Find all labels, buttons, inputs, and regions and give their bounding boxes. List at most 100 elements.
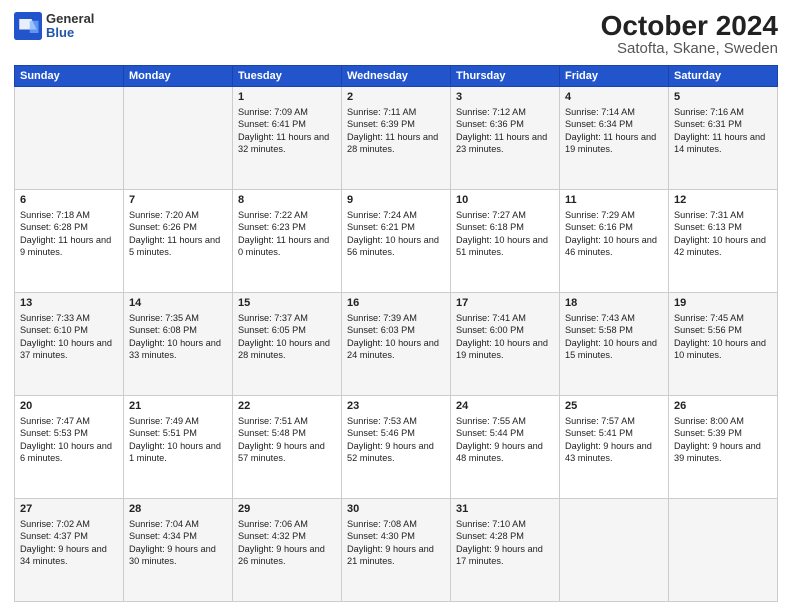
day-number: 15 bbox=[238, 296, 336, 311]
day-info: Daylight: 10 hours and 24 minutes. bbox=[347, 337, 445, 362]
day-info: Sunset: 6:36 PM bbox=[456, 118, 554, 130]
day-number: 20 bbox=[20, 399, 118, 414]
day-info: Daylight: 9 hours and 57 minutes. bbox=[238, 440, 336, 465]
calendar-cell: 3Sunrise: 7:12 AMSunset: 6:36 PMDaylight… bbox=[451, 87, 560, 190]
calendar-cell: 23Sunrise: 7:53 AMSunset: 5:46 PMDayligh… bbox=[342, 396, 451, 499]
calendar-table: SundayMondayTuesdayWednesdayThursdayFrid… bbox=[14, 65, 778, 602]
day-number: 3 bbox=[456, 90, 554, 105]
calendar-cell: 17Sunrise: 7:41 AMSunset: 6:00 PMDayligh… bbox=[451, 293, 560, 396]
col-header-saturday: Saturday bbox=[669, 66, 778, 87]
calendar-row-2: 13Sunrise: 7:33 AMSunset: 6:10 PMDayligh… bbox=[15, 293, 778, 396]
day-info: Daylight: 11 hours and 5 minutes. bbox=[129, 234, 227, 259]
day-info: Sunset: 6:21 PM bbox=[347, 221, 445, 233]
day-info: Daylight: 10 hours and 10 minutes. bbox=[674, 337, 772, 362]
day-info: Daylight: 9 hours and 17 minutes. bbox=[456, 543, 554, 568]
day-info: Sunrise: 7:20 AM bbox=[129, 209, 227, 221]
day-info: Sunrise: 7:55 AM bbox=[456, 415, 554, 427]
day-info: Sunset: 5:46 PM bbox=[347, 427, 445, 439]
title-block: October 2024 Satofta, Skane, Sweden bbox=[601, 12, 778, 57]
day-number: 13 bbox=[20, 296, 118, 311]
day-info: Sunset: 4:37 PM bbox=[20, 530, 118, 542]
day-info: Daylight: 10 hours and 19 minutes. bbox=[456, 337, 554, 362]
calendar-cell: 25Sunrise: 7:57 AMSunset: 5:41 PMDayligh… bbox=[560, 396, 669, 499]
calendar-cell: 7Sunrise: 7:20 AMSunset: 6:26 PMDaylight… bbox=[124, 190, 233, 293]
calendar-cell: 29Sunrise: 7:06 AMSunset: 4:32 PMDayligh… bbox=[233, 499, 342, 602]
day-info: Sunrise: 7:11 AM bbox=[347, 106, 445, 118]
day-info: Sunset: 6:08 PM bbox=[129, 324, 227, 336]
day-number: 5 bbox=[674, 90, 772, 105]
day-number: 25 bbox=[565, 399, 663, 414]
day-info: Daylight: 11 hours and 19 minutes. bbox=[565, 131, 663, 156]
day-number: 11 bbox=[565, 193, 663, 208]
calendar-cell: 15Sunrise: 7:37 AMSunset: 6:05 PMDayligh… bbox=[233, 293, 342, 396]
day-info: Sunset: 6:23 PM bbox=[238, 221, 336, 233]
day-info: Daylight: 10 hours and 56 minutes. bbox=[347, 234, 445, 259]
calendar-cell bbox=[15, 87, 124, 190]
calendar-cell bbox=[124, 87, 233, 190]
col-header-thursday: Thursday bbox=[451, 66, 560, 87]
calendar-cell: 12Sunrise: 7:31 AMSunset: 6:13 PMDayligh… bbox=[669, 190, 778, 293]
day-info: Sunrise: 7:33 AM bbox=[20, 312, 118, 324]
day-number: 24 bbox=[456, 399, 554, 414]
day-info: Sunrise: 7:02 AM bbox=[20, 518, 118, 530]
day-info: Daylight: 11 hours and 32 minutes. bbox=[238, 131, 336, 156]
day-info: Sunrise: 7:27 AM bbox=[456, 209, 554, 221]
calendar-cell bbox=[560, 499, 669, 602]
calendar-cell: 1Sunrise: 7:09 AMSunset: 6:41 PMDaylight… bbox=[233, 87, 342, 190]
day-info: Daylight: 11 hours and 0 minutes. bbox=[238, 234, 336, 259]
calendar-cell: 8Sunrise: 7:22 AMSunset: 6:23 PMDaylight… bbox=[233, 190, 342, 293]
calendar-cell: 30Sunrise: 7:08 AMSunset: 4:30 PMDayligh… bbox=[342, 499, 451, 602]
page: General Blue October 2024 Satofta, Skane… bbox=[0, 0, 792, 612]
day-info: Sunset: 5:39 PM bbox=[674, 427, 772, 439]
day-number: 30 bbox=[347, 502, 445, 517]
day-number: 8 bbox=[238, 193, 336, 208]
day-info: Daylight: 9 hours and 52 minutes. bbox=[347, 440, 445, 465]
day-info: Daylight: 9 hours and 48 minutes. bbox=[456, 440, 554, 465]
day-info: Sunrise: 7:08 AM bbox=[347, 518, 445, 530]
day-number: 22 bbox=[238, 399, 336, 414]
day-info: Sunset: 6:28 PM bbox=[20, 221, 118, 233]
day-info: Sunrise: 7:22 AM bbox=[238, 209, 336, 221]
logo-text: General Blue bbox=[46, 12, 94, 41]
day-info: Daylight: 10 hours and 42 minutes. bbox=[674, 234, 772, 259]
day-info: Daylight: 11 hours and 14 minutes. bbox=[674, 131, 772, 156]
day-info: Sunset: 4:32 PM bbox=[238, 530, 336, 542]
calendar-cell: 10Sunrise: 7:27 AMSunset: 6:18 PMDayligh… bbox=[451, 190, 560, 293]
day-info: Sunset: 6:34 PM bbox=[565, 118, 663, 130]
calendar-cell: 4Sunrise: 7:14 AMSunset: 6:34 PMDaylight… bbox=[560, 87, 669, 190]
col-header-friday: Friday bbox=[560, 66, 669, 87]
col-header-wednesday: Wednesday bbox=[342, 66, 451, 87]
day-number: 10 bbox=[456, 193, 554, 208]
day-info: Sunrise: 7:04 AM bbox=[129, 518, 227, 530]
day-number: 21 bbox=[129, 399, 227, 414]
calendar-cell: 27Sunrise: 7:02 AMSunset: 4:37 PMDayligh… bbox=[15, 499, 124, 602]
day-info: Sunset: 5:41 PM bbox=[565, 427, 663, 439]
day-info: Sunrise: 7:39 AM bbox=[347, 312, 445, 324]
day-info: Sunrise: 7:16 AM bbox=[674, 106, 772, 118]
calendar-header-row: SundayMondayTuesdayWednesdayThursdayFrid… bbox=[15, 66, 778, 87]
day-info: Sunset: 6:18 PM bbox=[456, 221, 554, 233]
page-title: October 2024 bbox=[601, 12, 778, 40]
calendar-cell bbox=[669, 499, 778, 602]
calendar-cell: 21Sunrise: 7:49 AMSunset: 5:51 PMDayligh… bbox=[124, 396, 233, 499]
day-info: Daylight: 10 hours and 6 minutes. bbox=[20, 440, 118, 465]
day-info: Sunset: 5:51 PM bbox=[129, 427, 227, 439]
day-info: Sunrise: 7:43 AM bbox=[565, 312, 663, 324]
day-info: Daylight: 9 hours and 30 minutes. bbox=[129, 543, 227, 568]
day-info: Sunset: 4:34 PM bbox=[129, 530, 227, 542]
day-info: Daylight: 9 hours and 21 minutes. bbox=[347, 543, 445, 568]
calendar-row-4: 27Sunrise: 7:02 AMSunset: 4:37 PMDayligh… bbox=[15, 499, 778, 602]
day-number: 6 bbox=[20, 193, 118, 208]
day-info: Sunset: 6:00 PM bbox=[456, 324, 554, 336]
day-info: Sunrise: 7:06 AM bbox=[238, 518, 336, 530]
day-info: Sunset: 6:39 PM bbox=[347, 118, 445, 130]
day-number: 31 bbox=[456, 502, 554, 517]
day-info: Sunset: 6:13 PM bbox=[674, 221, 772, 233]
calendar-cell: 26Sunrise: 8:00 AMSunset: 5:39 PMDayligh… bbox=[669, 396, 778, 499]
day-info: Sunrise: 7:10 AM bbox=[456, 518, 554, 530]
calendar-cell: 9Sunrise: 7:24 AMSunset: 6:21 PMDaylight… bbox=[342, 190, 451, 293]
day-info: Sunrise: 7:12 AM bbox=[456, 106, 554, 118]
calendar-cell: 11Sunrise: 7:29 AMSunset: 6:16 PMDayligh… bbox=[560, 190, 669, 293]
day-info: Sunset: 5:48 PM bbox=[238, 427, 336, 439]
calendar-cell: 20Sunrise: 7:47 AMSunset: 5:53 PMDayligh… bbox=[15, 396, 124, 499]
